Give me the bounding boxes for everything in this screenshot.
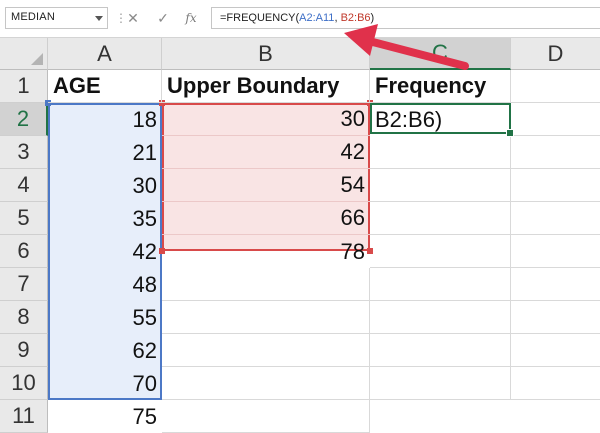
row-header-11[interactable]: 11 [0,400,48,433]
annotation-arrow-icon [344,24,469,70]
cell-a11[interactable]: 75 [48,400,162,433]
cell-b11[interactable] [162,400,370,433]
